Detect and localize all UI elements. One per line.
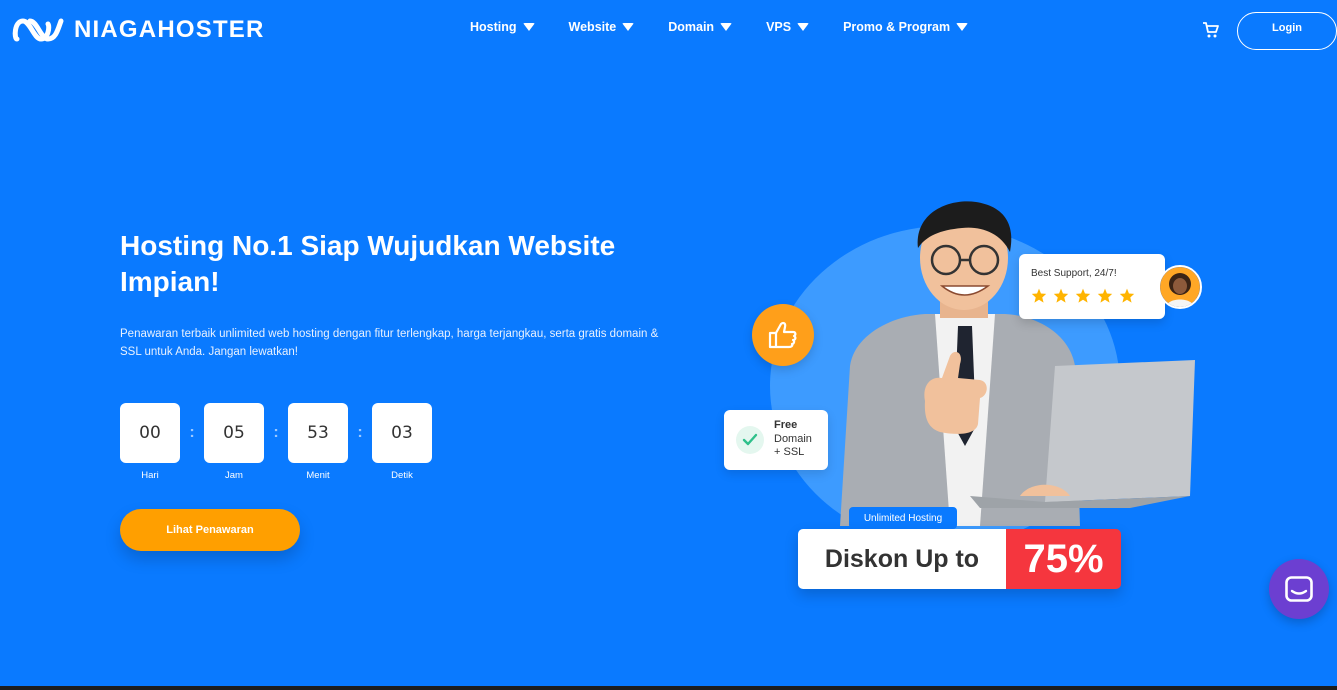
countdown-separator: : (189, 424, 195, 441)
countdown-hours-label: Jam (225, 470, 243, 481)
nav-vps-label: VPS (766, 20, 792, 34)
ssl-line-domain: Domain (774, 432, 812, 445)
ssl-line-free: Free (774, 419, 798, 431)
countdown-minutes-label: Menit (306, 470, 330, 481)
support-rating-card: Best Support, 24/7! (1019, 254, 1165, 319)
countdown-minutes-value: 53 (288, 403, 348, 463)
star-icon (1075, 288, 1091, 303)
discount-text: Diskon Up to (798, 529, 1006, 589)
thumbs-up-icon (752, 304, 814, 366)
countdown-seconds-value: 03 (372, 403, 432, 463)
ssl-line-ssl: + SSL (774, 446, 805, 458)
nav-domain[interactable]: Domain (668, 20, 733, 34)
nav-promo-program-label: Promo & Program (843, 20, 951, 34)
bottom-divider (0, 686, 1337, 690)
free-domain-ssl-card: Free Domain + SSL (724, 410, 828, 470)
logo-mark-icon (12, 18, 64, 42)
countdown-minutes: 53 Menit (288, 403, 348, 481)
countdown-days-label: Hari (141, 470, 159, 481)
hero-title: Hosting No.1 Siap Wujudkan Website Impia… (120, 230, 616, 297)
brand-logo[interactable]: NIAGAHOSTER (12, 15, 265, 45)
discount-banner: Diskon Up to 75% (798, 529, 1121, 589)
countdown-seconds-label: Detik (391, 470, 413, 481)
countdown-seconds: 03 Detik (372, 403, 432, 481)
hero-subtitle: Penawaran terbaik unlimited web hosting … (120, 328, 659, 358)
nav-website-label: Website (568, 20, 617, 34)
login-button[interactable]: Login (1237, 12, 1337, 50)
hero-person-illustration (840, 201, 1195, 526)
main-nav: Hosting Website Domain VPS Promo & Progr… (470, 20, 1002, 34)
countdown-timer: 00 Hari : 05 Jam : 53 Menit : 03 Detik (120, 403, 432, 481)
support-title: Best Support, 24/7! (1031, 268, 1117, 279)
rating-stars (1031, 288, 1135, 303)
nav-website[interactable]: Website (569, 20, 635, 34)
discount-value: 75% (1006, 529, 1121, 589)
countdown-separator: : (273, 424, 279, 441)
support-agent-avatar (1158, 265, 1202, 309)
see-offer-button[interactable]: Lihat Penawaran (120, 509, 300, 551)
chevron-down-icon (522, 23, 535, 31)
cart-icon[interactable] (1202, 21, 1220, 44)
nav-domain-label: Domain (668, 20, 715, 34)
star-icon (1097, 288, 1113, 303)
countdown-separator: : (357, 424, 363, 441)
countdown-days-value: 00 (120, 403, 180, 463)
nav-vps[interactable]: VPS (766, 20, 810, 34)
countdown-hours-value: 05 (204, 403, 264, 463)
check-icon (736, 426, 764, 454)
chevron-down-icon (956, 23, 969, 31)
nav-hosting[interactable]: Hosting (470, 20, 535, 34)
chat-icon[interactable] (1269, 559, 1329, 619)
site-header: NIAGAHOSTER Hosting Website Domain VPS P… (0, 0, 1337, 62)
brand-name: NIAGAHOSTER (74, 16, 265, 43)
nav-promo-program[interactable]: Promo & Program (843, 20, 969, 34)
countdown-hours: 05 Jam (204, 403, 264, 481)
chevron-down-icon (720, 23, 733, 31)
free-domain-ssl-text: Free Domain + SSL (774, 419, 812, 460)
unlimited-hosting-tag: Unlimited Hosting (849, 507, 957, 529)
chevron-down-icon (622, 23, 635, 31)
countdown-days: 00 Hari (120, 403, 180, 481)
star-icon (1119, 288, 1135, 303)
nav-hosting-label: Hosting (470, 20, 517, 34)
star-icon (1031, 288, 1047, 303)
star-icon (1053, 288, 1069, 303)
chevron-down-icon (797, 23, 810, 31)
